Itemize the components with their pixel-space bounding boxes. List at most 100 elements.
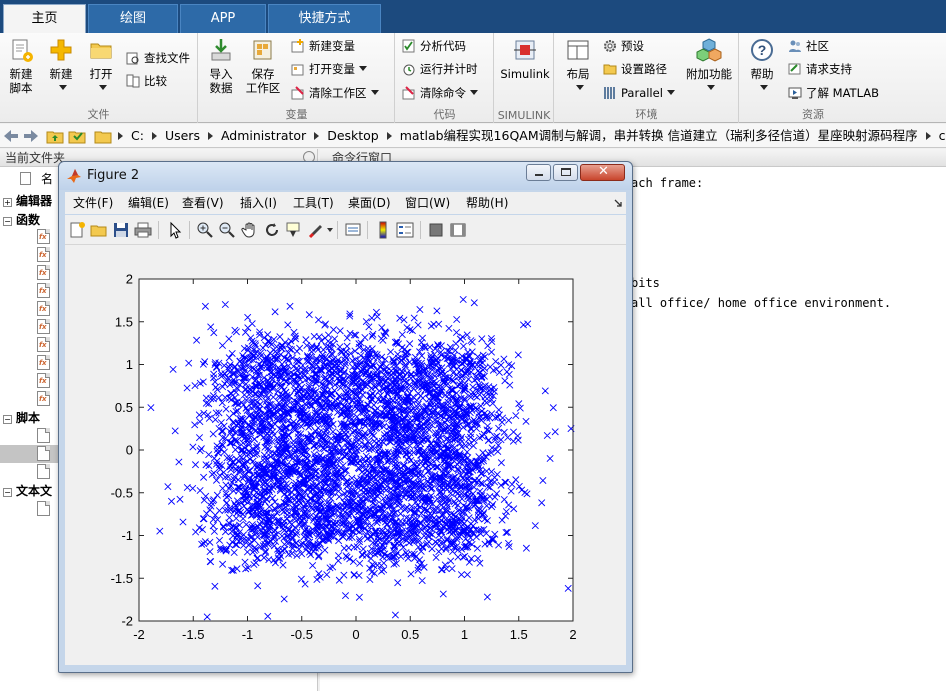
column-header-name[interactable]: 名 (20, 170, 53, 188)
menu-edit[interactable]: 编辑(E) (128, 192, 169, 214)
collapse-icon[interactable]: − (3, 415, 12, 424)
menu-insert[interactable]: 插入(I) (240, 192, 277, 214)
run-and-time-button[interactable]: 运行并计时 (402, 59, 478, 79)
figure-window[interactable]: Figure 2 ✕ 文件(F) 编辑(E) 查看(V) 插入(I) 工具(T)… (58, 161, 633, 673)
breadcrumb-separator-icon[interactable] (207, 132, 213, 140)
open-button[interactable]: 打开 (84, 37, 118, 95)
tab-plots[interactable]: 绘图 (88, 4, 178, 33)
find-files-button[interactable]: 查找文件 (126, 48, 190, 68)
menu-help[interactable]: 帮助(H) (466, 192, 508, 214)
link-plot-icon[interactable] (344, 221, 362, 239)
minimize-button[interactable] (526, 164, 551, 181)
print-icon[interactable] (134, 221, 152, 239)
new-script-button[interactable]: 新建 脚本 (4, 37, 38, 95)
open-variable-button[interactable]: 打开变量 (291, 59, 367, 79)
script-file-icon[interactable] (37, 464, 50, 479)
breadcrumb-separator-icon[interactable] (151, 132, 157, 140)
import-data-button[interactable]: 导入 数据 (203, 37, 239, 95)
chevron-down-icon[interactable] (327, 228, 333, 232)
breadcrumb-item[interactable]: C: (131, 124, 144, 148)
function-file-icon[interactable]: fx (37, 373, 50, 388)
breadcrumb-item[interactable]: Desktop (327, 124, 379, 148)
tree-section-text-files[interactable]: − 文本文 (0, 482, 52, 500)
parallel-button[interactable]: Parallel (603, 83, 675, 103)
script-file-icon[interactable] (37, 446, 50, 461)
dock-arrow-icon[interactable] (614, 199, 622, 207)
script-file-icon[interactable] (37, 428, 50, 443)
tab-apps[interactable]: APP (180, 4, 266, 33)
collapse-icon[interactable]: − (3, 488, 12, 497)
pan-hand-icon[interactable] (241, 221, 259, 239)
request-support-button[interactable]: 请求支持 (788, 59, 852, 79)
simulink-button[interactable]: Simulink (497, 37, 553, 81)
set-path-button[interactable]: 设置路径 (603, 59, 667, 79)
breadcrumb-item[interactable]: Users (165, 124, 200, 148)
show-plot-tools-icon[interactable] (449, 221, 467, 239)
text-file-icon[interactable] (37, 501, 50, 516)
function-file-icon[interactable]: fx (37, 229, 50, 244)
zoom-in-icon[interactable] (196, 221, 214, 239)
clear-commands-button[interactable]: 清除命令 (402, 83, 478, 103)
rotate-3d-icon[interactable] (263, 221, 281, 239)
help-button[interactable]: ? 帮助 (744, 37, 780, 95)
function-file-icon[interactable]: fx (37, 247, 50, 262)
community-button[interactable]: 社区 (788, 36, 829, 56)
figure-canvas[interactable]: -2 -1.5 -1 -0.5 0 0.5 1 1.5 2 2 1.5 1 0.5 0 -0.5 -1 -1.… (65, 245, 626, 665)
close-button[interactable]: ✕ (580, 164, 625, 181)
new-variable-button[interactable]: 新建变量 (291, 36, 355, 56)
back-arrow-icon[interactable] (2, 127, 20, 145)
data-cursor-icon[interactable] (285, 221, 303, 239)
menu-window[interactable]: 窗口(W) (405, 192, 450, 214)
function-file-icon[interactable]: fx (37, 391, 50, 406)
function-file-icon[interactable]: fx (37, 355, 50, 370)
function-file-icon[interactable]: fx (37, 301, 50, 316)
tree-section-scripts[interactable]: − 脚本 (0, 409, 40, 427)
tree-section-editor[interactable]: + 编辑器 (0, 192, 52, 210)
function-file-icon[interactable]: fx (37, 319, 50, 334)
selected-row-highlight[interactable] (0, 445, 60, 463)
new-figure-icon[interactable] (68, 221, 86, 239)
save-workspace-button[interactable]: 保存 工作区 (243, 37, 283, 95)
new-button[interactable]: 新建 (44, 37, 78, 95)
up-folder-icon[interactable] (46, 127, 64, 145)
zoom-out-icon[interactable] (218, 221, 236, 239)
pointer-icon[interactable] (166, 221, 184, 239)
clear-workspace-button[interactable]: 清除工作区 (291, 83, 379, 103)
breadcrumb-separator-icon[interactable] (386, 132, 392, 140)
breadcrumb-item[interactable]: Administrator (221, 124, 306, 148)
maximize-button[interactable] (553, 164, 578, 181)
layout-button[interactable]: 布局 (561, 37, 595, 95)
preferences-button[interactable]: 预设 (603, 36, 644, 56)
brush-icon[interactable] (308, 221, 326, 239)
function-file-icon[interactable]: fx (37, 265, 50, 280)
expand-icon[interactable]: + (3, 198, 12, 207)
function-file-icon[interactable]: fx (37, 337, 50, 352)
learn-matlab-button[interactable]: 了解 MATLAB (788, 83, 879, 103)
menu-tools[interactable]: 工具(T) (293, 192, 334, 214)
analyze-code-button[interactable]: 分析代码 (402, 36, 466, 56)
hide-plot-tools-icon[interactable] (427, 221, 445, 239)
scatter-plot[interactable]: -2 -1.5 -1 -0.5 0 0.5 1 1.5 2 2 1.5 1 0.5 0 -0.5 -1 -1.… (65, 245, 626, 665)
breadcrumb-separator-icon[interactable] (314, 132, 320, 140)
menu-file[interactable]: 文件(F) (73, 192, 113, 214)
colorbar-icon[interactable] (374, 221, 392, 239)
tab-home[interactable]: 主页 (3, 4, 86, 33)
tab-shortcuts[interactable]: 快捷方式 (268, 4, 381, 33)
open-file-icon[interactable] (90, 221, 108, 239)
menu-desktop[interactable]: 桌面(D) (348, 192, 391, 214)
function-file-icon[interactable]: fx (37, 283, 50, 298)
compare-button[interactable]: 比较 (126, 71, 167, 91)
legend-icon[interactable] (396, 221, 414, 239)
breadcrumb-item[interactable]: matlab编程实现16QAM调制与解调，串并转换 信道建立（瑞利多径信道）星座… (400, 124, 918, 148)
forward-arrow-icon[interactable] (22, 127, 40, 145)
menu-view[interactable]: 查看(V) (182, 192, 224, 214)
save-icon[interactable] (112, 221, 130, 239)
breadcrumb-separator-icon[interactable] (925, 132, 931, 140)
tree-section-functions[interactable]: − 函数 (0, 211, 40, 229)
browse-folder-icon[interactable] (68, 127, 86, 145)
breadcrumb-separator-icon[interactable] (118, 132, 123, 140)
collapse-icon[interactable]: − (3, 217, 12, 226)
breadcrumb-item[interactable]: code (939, 124, 946, 148)
figure-title-bar[interactable]: Figure 2 ✕ (59, 162, 632, 190)
add-ons-button[interactable]: 附加功能 (683, 37, 735, 95)
